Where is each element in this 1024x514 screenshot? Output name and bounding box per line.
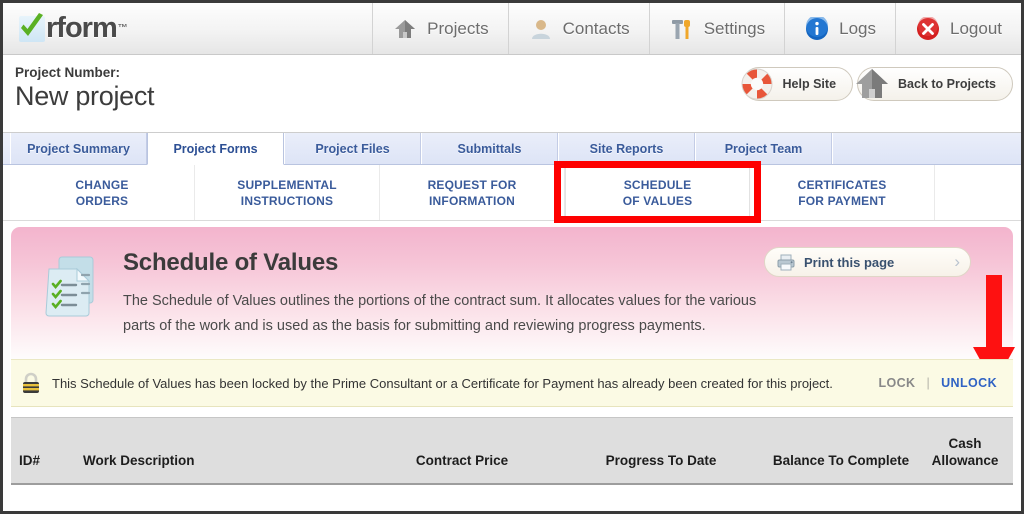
column-header-progress-to-date[interactable]: Progress To Date <box>561 452 761 469</box>
top-navigation: Projects Contacts Settings Logs Logout <box>372 3 1021 54</box>
subnav-item-schedule-of-values[interactable]: SCHEDULE OF VALUES <box>565 165 750 220</box>
tab-site-reports[interactable]: Site Reports <box>558 133 695 164</box>
trademark-symbol: ™ <box>117 23 128 34</box>
subnav-label-line2: INFORMATION <box>429 193 515 208</box>
col-line2: Work Description <box>83 453 195 468</box>
schedule-of-values-table: ID# Work Description Contract Price Prog… <box>11 417 1013 485</box>
subnav-label-line2: FOR PAYMENT <box>798 193 886 208</box>
col-line2: Allowance <box>931 453 999 468</box>
lock-icon <box>21 372 43 394</box>
tab-strip-filler <box>832 133 1021 164</box>
house-icon <box>850 62 894 106</box>
nav-label: Settings <box>703 18 766 38</box>
tools-icon <box>669 16 695 42</box>
col-line2: Progress To Date <box>605 453 717 468</box>
chevron-right-icon: › <box>954 252 960 271</box>
nav-item-projects[interactable]: Projects <box>373 3 509 54</box>
print-this-page-button[interactable]: Print this page › <box>764 247 971 277</box>
house-icon <box>392 16 418 42</box>
subnav-label-line1: CHANGE <box>75 177 129 192</box>
banner-description: The Schedule of Values outlines the port… <box>123 293 757 334</box>
nav-item-contacts[interactable]: Contacts <box>509 3 650 54</box>
info-icon <box>804 16 830 42</box>
lock-status-bar: This Schedule of Values has been locked … <box>11 359 1013 407</box>
lock-button[interactable]: LOCK <box>878 376 915 390</box>
col-line2: Contract Price <box>415 453 509 468</box>
subnav-label-line1: CERTIFICATES <box>797 177 887 192</box>
help-site-label: Help Site <box>782 77 837 91</box>
help-site-button[interactable]: Help Site <box>741 67 854 101</box>
tab-label: Project Forms <box>173 141 258 156</box>
subnav-item-change-orders[interactable]: CHANGE ORDERS <box>10 165 195 220</box>
column-header-work-description[interactable]: Work Description <box>83 452 363 469</box>
table-header-row: ID# Work Description Contract Price Prog… <box>11 417 1013 485</box>
column-header-id[interactable]: ID# <box>11 452 83 469</box>
subnav-label-line1: SUPPLEMENTAL <box>237 177 337 192</box>
tab-project-team[interactable]: Project Team <box>695 133 832 164</box>
nav-item-logout[interactable]: Logout <box>896 3 1021 54</box>
tab-bar: Project Summary Project Forms Project Fi… <box>3 133 1021 165</box>
banner-heading: Schedule of Values <box>123 249 339 276</box>
print-label: Print this page <box>804 254 895 270</box>
nav-label: Projects <box>427 18 489 38</box>
col-line1: Cash <box>948 436 982 451</box>
tab-label: Project Files <box>315 141 390 156</box>
column-header-cash-allowance[interactable]: Cash Allowance <box>921 435 1013 469</box>
tab-project-summary[interactable]: Project Summary <box>10 133 147 164</box>
nav-label: Contacts <box>562 18 630 38</box>
tab-project-files[interactable]: Project Files <box>284 133 421 164</box>
tab-label: Submittals <box>457 141 522 156</box>
tab-submittals[interactable]: Submittals <box>421 133 558 164</box>
back-to-projects-button[interactable]: Back to Projects <box>856 67 1013 101</box>
forms-subnav: CHANGE ORDERS SUPPLEMENTAL INSTRUCTIONS … <box>3 161 1021 223</box>
column-header-balance-to-complete[interactable]: Balance To Complete <box>761 452 921 469</box>
nav-item-logs[interactable]: Logs <box>785 3 896 54</box>
project-header: Project Number: New project Help Site Ba… <box>3 55 1021 133</box>
lock-message: This Schedule of Values has been locked … <box>52 375 833 391</box>
tab-label: Project Team <box>724 141 803 156</box>
unlock-button[interactable]: UNLOCK <box>941 376 997 390</box>
column-header-contract-price[interactable]: Contract Price <box>363 452 561 469</box>
nav-item-settings[interactable]: Settings <box>650 3 786 54</box>
close-circle-icon <box>915 16 941 42</box>
app-window: rform ™ Projects Contacts Settings Logs … <box>0 0 1024 514</box>
subnav-label-line1: SCHEDULE <box>623 177 692 192</box>
lock-actions: LOCK | UNLOCK <box>878 376 997 390</box>
nav-label: Logs <box>839 18 876 38</box>
checkmark-icon <box>19 12 45 42</box>
subnav-item-supplemental-instructions[interactable]: SUPPLEMENTAL INSTRUCTIONS <box>195 165 380 220</box>
subnav-item-request-for-information[interactable]: REQUEST FOR INFORMATION <box>380 165 565 220</box>
printer-icon <box>777 254 795 271</box>
back-to-projects-label: Back to Projects <box>898 77 996 91</box>
banner-text: Schedule of Values The Schedule of Value… <box>123 249 788 339</box>
life-ring-icon <box>735 62 779 106</box>
header-actions: Help Site Back to Projects <box>741 67 1013 101</box>
page-banner: Schedule of Values The Schedule of Value… <box>11 227 1013 359</box>
tab-project-forms[interactable]: Project Forms <box>147 133 284 165</box>
logo[interactable]: rform ™ <box>3 3 128 54</box>
subnav-label-line1: REQUEST FOR <box>427 177 517 192</box>
nav-label: Logout <box>950 18 1002 38</box>
subnav-label-line2: OF VALUES <box>622 193 693 208</box>
subnav-label-line2: INSTRUCTIONS <box>240 193 334 208</box>
checklist-document-icon <box>41 253 105 324</box>
logo-text: rform <box>46 12 118 44</box>
col-line2: ID# <box>19 453 41 468</box>
tab-label: Site Reports <box>589 141 664 156</box>
action-separator: | <box>926 376 931 390</box>
top-bar: rform ™ Projects Contacts Settings Logs … <box>3 3 1021 55</box>
tab-label: Project Summary <box>27 141 130 156</box>
subnav-label-line2: ORDERS <box>75 193 129 208</box>
subnav-item-certificates-for-payment[interactable]: CERTIFICATES FOR PAYMENT <box>750 165 935 220</box>
col-line2: Balance To Complete <box>772 453 910 468</box>
person-icon <box>528 16 554 42</box>
